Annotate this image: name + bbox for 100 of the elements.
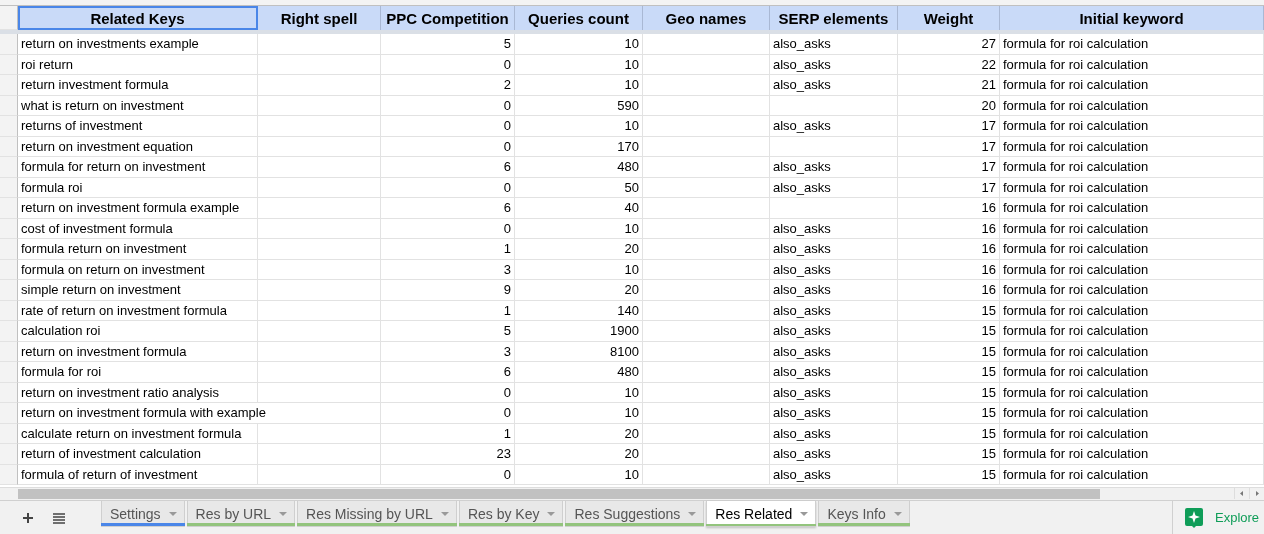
table-cell: 40 <box>515 198 643 219</box>
row-header[interactable] <box>0 218 18 239</box>
column-header[interactable]: Geo names <box>643 6 770 30</box>
row-header[interactable] <box>0 341 18 362</box>
row-header[interactable] <box>0 75 18 96</box>
table-cell: also_asks <box>770 382 898 403</box>
caret-icon <box>893 511 902 516</box>
table-cell: return on investment formula example <box>18 198 258 219</box>
row-header[interactable] <box>0 198 18 219</box>
caret-icon <box>800 511 809 516</box>
table-cell: 9 <box>381 280 515 301</box>
table-cell: return on investment equation <box>18 136 258 157</box>
table-cell: formula for roi calculation <box>1000 341 1264 362</box>
table-cell: formula for roi calculation <box>1000 177 1264 198</box>
table-cell: 15 <box>898 321 1000 342</box>
row-header[interactable] <box>0 95 18 116</box>
row-header[interactable] <box>0 280 18 301</box>
table-cell: 6 <box>381 362 515 383</box>
table-cell: formula for roi calculation <box>1000 300 1264 321</box>
table-cell: 20 <box>515 444 643 465</box>
table-cell: 0 <box>381 136 515 157</box>
sheet-tab[interactable]: Res Related <box>706 501 817 527</box>
row-header[interactable] <box>0 464 18 485</box>
column-header[interactable]: Queries count <box>515 6 643 30</box>
row-header[interactable] <box>0 116 18 137</box>
row-header[interactable] <box>0 157 18 178</box>
row-header[interactable] <box>0 177 18 198</box>
table-cell: formula for roi calculation <box>1000 464 1264 485</box>
row-header[interactable] <box>0 444 18 465</box>
row-header[interactable] <box>0 423 18 444</box>
sheet-tab[interactable]: Settings <box>101 501 185 527</box>
table-cell: 22 <box>898 54 1000 75</box>
row-header[interactable] <box>0 6 18 30</box>
table-cell: return of investment calculation <box>18 444 258 465</box>
sheet-tab[interactable]: Res Suggestions <box>565 501 705 527</box>
table-cell: formula for roi calculation <box>1000 116 1264 137</box>
table-cell: 16 <box>898 198 1000 219</box>
sparkle-icon <box>1185 507 1203 528</box>
table-cell: formula of return of investment <box>18 464 258 485</box>
row-header[interactable] <box>0 362 18 383</box>
sheet-tab[interactable]: Res by URL <box>186 501 296 527</box>
sheet-tab[interactable]: Res by Key <box>458 501 564 527</box>
table-cell: 6 <box>381 157 515 178</box>
row-header[interactable] <box>0 382 18 403</box>
table-cell: returns of investment <box>18 116 258 137</box>
table-cell: 0 <box>381 54 515 75</box>
table-cell: 1900 <box>515 321 643 342</box>
table-cell: 20 <box>515 239 643 260</box>
row-header[interactable] <box>0 239 18 260</box>
table-cell: 3 <box>381 259 515 280</box>
caret-icon <box>168 511 177 516</box>
table-cell: 480 <box>515 157 643 178</box>
table-cell: formula for roi calculation <box>1000 75 1264 96</box>
table-cell: 0 <box>381 218 515 239</box>
table-cell: 0 <box>381 95 515 116</box>
table-cell: 17 <box>898 136 1000 157</box>
table-cell: return investment formula <box>18 75 258 96</box>
table-cell: also_asks <box>770 362 898 383</box>
table-cell: formula roi <box>18 177 258 198</box>
row-header[interactable] <box>0 321 18 342</box>
caret-icon <box>440 511 449 516</box>
table-cell: also_asks <box>770 300 898 321</box>
column-header[interactable]: Initial keyword <box>1000 6 1264 30</box>
table-cell: 16 <box>898 239 1000 260</box>
table-cell: 0 <box>381 177 515 198</box>
table-cell: 5 <box>381 34 515 55</box>
table-cell: formula for roi calculation <box>1000 403 1264 424</box>
row-header[interactable] <box>0 300 18 321</box>
table-cell: 1 <box>381 300 515 321</box>
horizontal-scrollbar[interactable] <box>0 487 1264 500</box>
table-cell: formula for roi calculation <box>1000 239 1264 260</box>
table-cell: 10 <box>515 34 643 55</box>
table-cell: return on investment formula <box>18 341 258 362</box>
column-header[interactable]: Right spell <box>258 6 381 30</box>
table-cell: 10 <box>515 75 643 96</box>
table-cell: 17 <box>898 116 1000 137</box>
column-header[interactable]: PPC Competition <box>381 6 515 30</box>
column-header[interactable]: Weight <box>898 6 1000 30</box>
table-cell: return on investment formula with example <box>18 403 381 424</box>
column-header[interactable]: Related Keys <box>18 6 258 30</box>
row-header[interactable] <box>0 34 18 55</box>
table-cell: rate of return on investment formula <box>18 300 258 321</box>
table-cell: formula for roi calculation <box>1000 321 1264 342</box>
table-cell: 10 <box>515 403 643 424</box>
table-cell: also_asks <box>770 321 898 342</box>
table-cell: 5 <box>381 321 515 342</box>
table-cell: 10 <box>515 382 643 403</box>
sheet-tab[interactable]: Keys Info <box>818 501 910 527</box>
sheet-tab[interactable]: Res Missing by URL <box>297 501 457 527</box>
column-header[interactable]: SERP elements <box>770 6 898 30</box>
table-cell: also_asks <box>770 444 898 465</box>
table-cell: also_asks <box>770 239 898 260</box>
table-cell: formula for roi calculation <box>1000 34 1264 55</box>
row-header[interactable] <box>0 403 18 424</box>
row-header[interactable] <box>0 54 18 75</box>
row-header[interactable] <box>0 136 18 157</box>
table-cell: return on investment ratio analysis <box>18 382 258 403</box>
row-header[interactable] <box>0 259 18 280</box>
table-cell: 10 <box>515 116 643 137</box>
table-cell: calculation roi <box>18 321 258 342</box>
